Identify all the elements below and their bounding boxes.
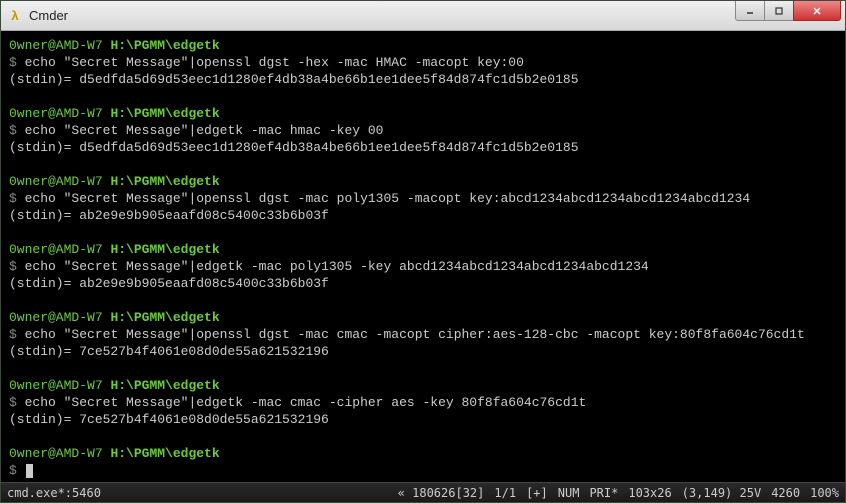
status-process[interactable]: cmd.exe*:5460 [7,486,101,500]
prompt-symbol: $ [9,55,17,70]
prompt-user: 0wner@AMD-W7 [9,106,103,121]
prompt-path: H:\PGMM\edgetk [110,378,219,393]
lambda-icon: λ [11,8,18,23]
command-output: (stdin)= 7ce527b4f4061e08d0de55a62153219… [9,412,329,427]
statusbar: cmd.exe*:5460 « 180626[32] 1/1 [+] NUM PRI* 1… [1,482,845,502]
prompt-symbol: $ [9,327,17,342]
app-icon: λ [7,8,23,24]
prompt-path: H:\PGMM\edgetk [110,174,219,189]
app-window: λ Cmder 0wner@AMD-W7 H:\PGMM\edgetk $ ec… [0,0,846,503]
command-output: (stdin)= d5edfda5d69d53eec1d1280ef4db38a… [9,140,579,155]
prompt-symbol: $ [9,259,17,274]
prompt-symbol: $ [9,395,17,410]
status-item[interactable]: PRI* [589,486,618,500]
command-line: echo "Secret Message"|openssl dgst -mac … [25,327,805,342]
status-item[interactable]: [+] [526,486,548,500]
prompt-user: 0wner@AMD-W7 [9,446,103,461]
status-item[interactable]: 4260 [771,486,800,500]
prompt-symbol: $ [9,463,17,478]
prompt-user: 0wner@AMD-W7 [9,242,103,257]
command-output: (stdin)= ab2e9e9b905eaafd08c5400c33b6b03… [9,276,329,291]
prompt-user: 0wner@AMD-W7 [9,310,103,325]
prompt-path: H:\PGMM\edgetk [110,310,219,325]
terminal[interactable]: 0wner@AMD-W7 H:\PGMM\edgetk $ echo "Secr… [1,31,845,482]
prompt-user: 0wner@AMD-W7 [9,174,103,189]
prompt-symbol: $ [9,191,17,206]
status-item[interactable]: (3,149) 25V [682,486,761,500]
command-output: (stdin)= ab2e9e9b905eaafd08c5400c33b6b03… [9,208,329,223]
status-item[interactable]: « 180626[32] [398,486,485,500]
window-title: Cmder [29,8,736,23]
status-item[interactable]: 100% [810,486,839,500]
status-item[interactable]: 103x26 [628,486,671,500]
titlebar[interactable]: λ Cmder [1,1,845,31]
close-button[interactable] [793,1,841,21]
window-controls [736,1,845,21]
maximize-button[interactable] [764,1,794,21]
prompt-path: H:\PGMM\edgetk [110,446,219,461]
prompt-symbol: $ [9,123,17,138]
prompt-user: 0wner@AMD-W7 [9,378,103,393]
command-line: echo "Secret Message"|edgetk -mac cmac -… [25,395,587,410]
cursor [26,464,33,478]
command-output: (stdin)= 7ce527b4f4061e08d0de55a62153219… [9,344,329,359]
command-line: echo "Secret Message"|edgetk -mac hmac -… [25,123,384,138]
status-right: « 180626[32] 1/1 [+] NUM PRI* 103x26 (3,149) 2… [398,486,839,500]
command-output: (stdin)= d5edfda5d69d53eec1d1280ef4db38a… [9,72,579,87]
prompt-path: H:\PGMM\edgetk [110,242,219,257]
prompt-user: 0wner@AMD-W7 [9,38,103,53]
prompt-path: H:\PGMM\edgetk [110,106,219,121]
status-item[interactable]: 1/1 [494,486,516,500]
command-line: echo "Secret Message"|openssl dgst -hex … [25,55,524,70]
status-item[interactable]: NUM [558,486,580,500]
prompt-path: H:\PGMM\edgetk [110,38,219,53]
minimize-button[interactable] [735,1,765,21]
command-line: echo "Secret Message"|edgetk -mac poly13… [25,259,649,274]
command-line: echo "Secret Message"|openssl dgst -mac … [25,191,751,206]
